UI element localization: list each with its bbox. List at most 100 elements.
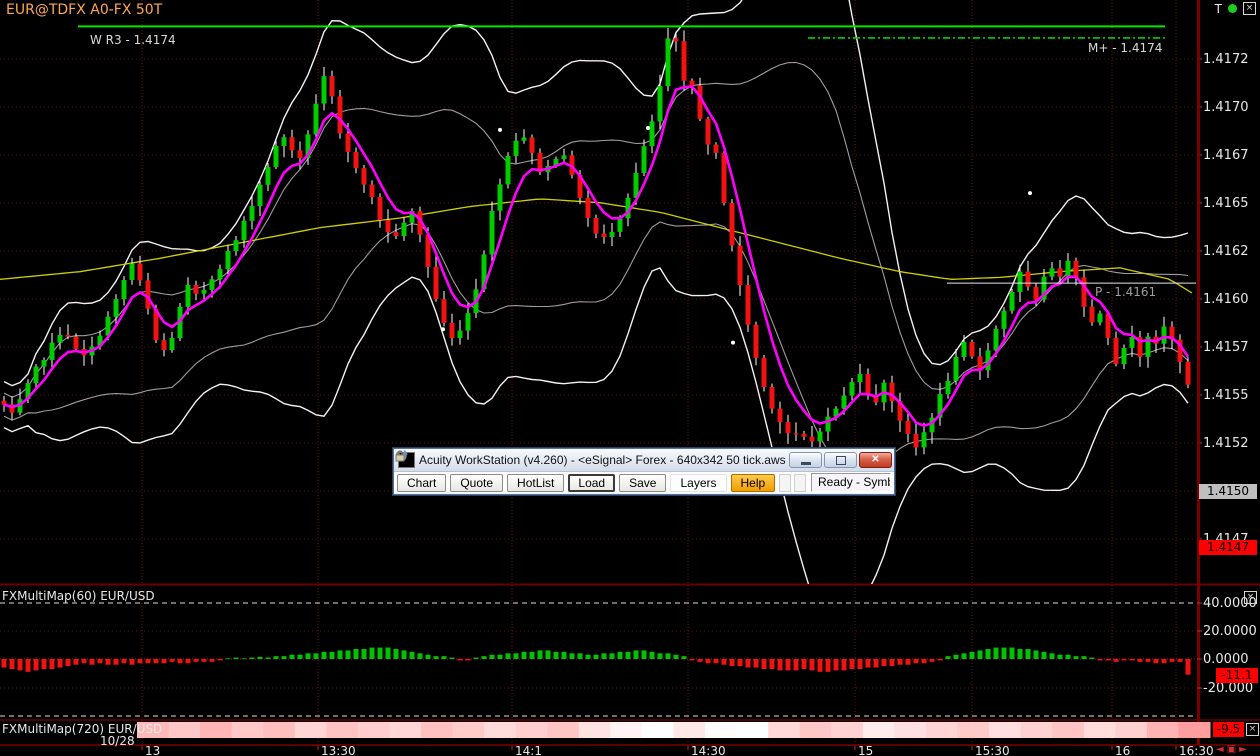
histogram-bar — [1130, 659, 1135, 660]
quote-button[interactable]: Quote — [450, 474, 503, 492]
candle-body — [1010, 292, 1015, 311]
restore-button[interactable] — [824, 452, 857, 468]
acuity-chart-screen: 1.41721.41701.41671.41651.41621.41601.41… — [0, 0, 1260, 756]
histogram-bar — [794, 659, 799, 670]
strip-segment — [263, 722, 295, 738]
histogram-bar — [442, 656, 447, 659]
candle-body — [138, 264, 143, 281]
histogram-bar — [466, 659, 471, 660]
scroll-arrows[interactable]: ◄▣► — [1216, 744, 1250, 755]
histogram-bar — [530, 652, 535, 659]
histogram-bar — [146, 659, 151, 663]
text-tool-icon[interactable]: T — [1215, 3, 1222, 15]
candle-body — [666, 38, 671, 86]
candle-body — [722, 153, 727, 203]
strip-segment — [232, 722, 264, 738]
close-icon[interactable]: × — [1243, 2, 1256, 15]
histogram-bar — [50, 659, 55, 669]
refresh-icon[interactable] — [779, 474, 791, 492]
candle-body — [346, 133, 351, 152]
hist-value-badge: -11.1 — [1216, 668, 1258, 683]
histogram-bar — [1098, 659, 1103, 660]
histogram-bar — [570, 653, 575, 659]
candle-body — [866, 374, 871, 395]
strip-segment — [800, 722, 832, 738]
histogram-bar — [954, 655, 959, 659]
strip-segment — [326, 722, 358, 738]
chart-button[interactable]: Chart — [397, 474, 446, 492]
strip-segment — [674, 722, 706, 738]
histogram-bar — [514, 653, 519, 659]
histogram-bar — [882, 659, 887, 666]
close-button[interactable]: ✕ — [859, 452, 892, 468]
histogram-bar — [482, 656, 487, 659]
histogram-bar — [402, 650, 407, 659]
candle-body — [322, 76, 327, 103]
candle-body — [170, 338, 175, 350]
slow-ma-line — [0, 199, 1192, 293]
window-titlebar[interactable]: Acuity WorkStation (v4.260) - <eSignal> … — [394, 449, 894, 472]
candle-body — [1002, 311, 1007, 329]
price-tick-label: 1.4160 — [1203, 292, 1249, 307]
time-label: 15:30 — [975, 744, 1010, 756]
histogram-bar — [730, 659, 735, 666]
histogram-bar — [250, 658, 255, 659]
price-tick-label: 1.4165 — [1203, 196, 1249, 211]
candle-body — [1090, 307, 1095, 323]
histogram-bar — [890, 659, 895, 666]
load-button[interactable]: Load — [568, 474, 615, 492]
histogram-bar — [618, 652, 623, 659]
save-button[interactable]: Save — [619, 474, 666, 492]
panel-fxmultimap60-label: FXMultiMap(60) EUR/USD — [2, 589, 155, 603]
histogram-bar — [66, 659, 71, 666]
candle-body — [674, 38, 679, 41]
histogram-bar — [42, 659, 47, 669]
candle-body — [746, 285, 751, 325]
histogram-bar — [26, 659, 31, 672]
signal-dot — [646, 126, 650, 130]
histogram-bar — [698, 659, 703, 662]
histogram-bar — [162, 659, 167, 663]
strip-segment — [453, 722, 485, 738]
candle-body — [66, 335, 71, 337]
layers-button[interactable]: Layers — [670, 474, 726, 492]
status-dot-icon — [1228, 4, 1237, 13]
candle-body — [658, 86, 663, 121]
histogram-bar — [818, 659, 823, 672]
histogram-bar — [1082, 656, 1087, 659]
histogram-bar — [378, 648, 383, 659]
candle-body — [314, 104, 319, 135]
acuity-workstation-window[interactable]: Acuity WorkStation (v4.260) - <eSignal> … — [393, 448, 895, 495]
price-tick-label: 1.4167 — [1203, 148, 1249, 163]
histogram-bar — [1114, 659, 1119, 662]
lock-icon[interactable] — [794, 474, 806, 492]
candle-body — [522, 138, 527, 141]
histogram-bar — [1026, 649, 1031, 659]
hist-tick-label: 20.0000 — [1203, 624, 1257, 639]
histogram-bar — [106, 659, 111, 665]
candle-body — [610, 232, 615, 237]
help-button[interactable]: Help — [731, 474, 776, 492]
histogram-bar — [506, 653, 511, 659]
panel2-close-icon[interactable]: × — [1244, 591, 1257, 604]
hotlist-button[interactable]: HotList — [507, 474, 564, 492]
histogram-bar — [754, 659, 759, 668]
time-label: 14:1 — [515, 744, 542, 756]
candle-body — [1050, 268, 1055, 276]
histogram-bar — [586, 655, 591, 659]
time-label: 14:30 — [691, 744, 726, 756]
strip-segment — [390, 722, 422, 738]
histogram-bar — [418, 653, 423, 659]
candle-body — [354, 152, 359, 168]
date-label: 10/28 — [100, 734, 135, 748]
histogram-bar — [650, 652, 655, 659]
candle-body — [1034, 287, 1039, 300]
candle-body — [954, 357, 959, 381]
histogram-bar — [450, 658, 455, 659]
histogram-bar — [138, 659, 143, 663]
candle-body — [274, 146, 279, 167]
candle-body — [690, 81, 695, 86]
minimize-button[interactable] — [789, 452, 822, 468]
histogram-bar — [218, 659, 223, 660]
strip-close-icon[interactable]: × — [1246, 723, 1259, 736]
